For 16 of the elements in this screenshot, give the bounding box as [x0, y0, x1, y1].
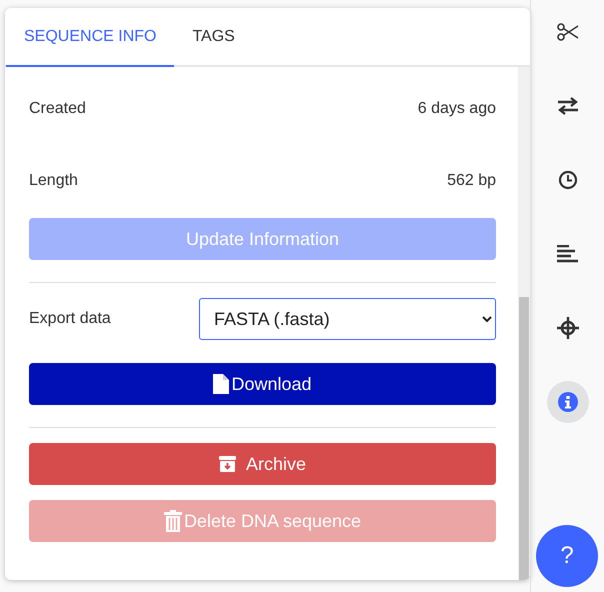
- download-button[interactable]: Download: [29, 363, 496, 405]
- help-button[interactable]: ?: [536, 525, 598, 587]
- format-dropdown[interactable]: FASTA (.fasta): [199, 298, 496, 340]
- field-value: 6 days ago: [418, 100, 496, 118]
- tab[interactable]: TAGS: [174, 8, 253, 67]
- tab[interactable]: SEQUENCE INFO: [6, 8, 174, 67]
- field-value: 562 bp: [447, 172, 496, 190]
- info-icon[interactable]: [546, 381, 588, 423]
- archive-box-icon: [218, 456, 236, 472]
- field-label: Length: [29, 172, 78, 190]
- archive-button[interactable]: Archive: [29, 443, 496, 485]
- scrollbar-thumb[interactable]: [519, 297, 529, 580]
- field-label: Created: [29, 100, 86, 118]
- trash-icon: [164, 510, 182, 532]
- export-label: Export data: [29, 310, 112, 328]
- file-icon: [213, 374, 230, 394]
